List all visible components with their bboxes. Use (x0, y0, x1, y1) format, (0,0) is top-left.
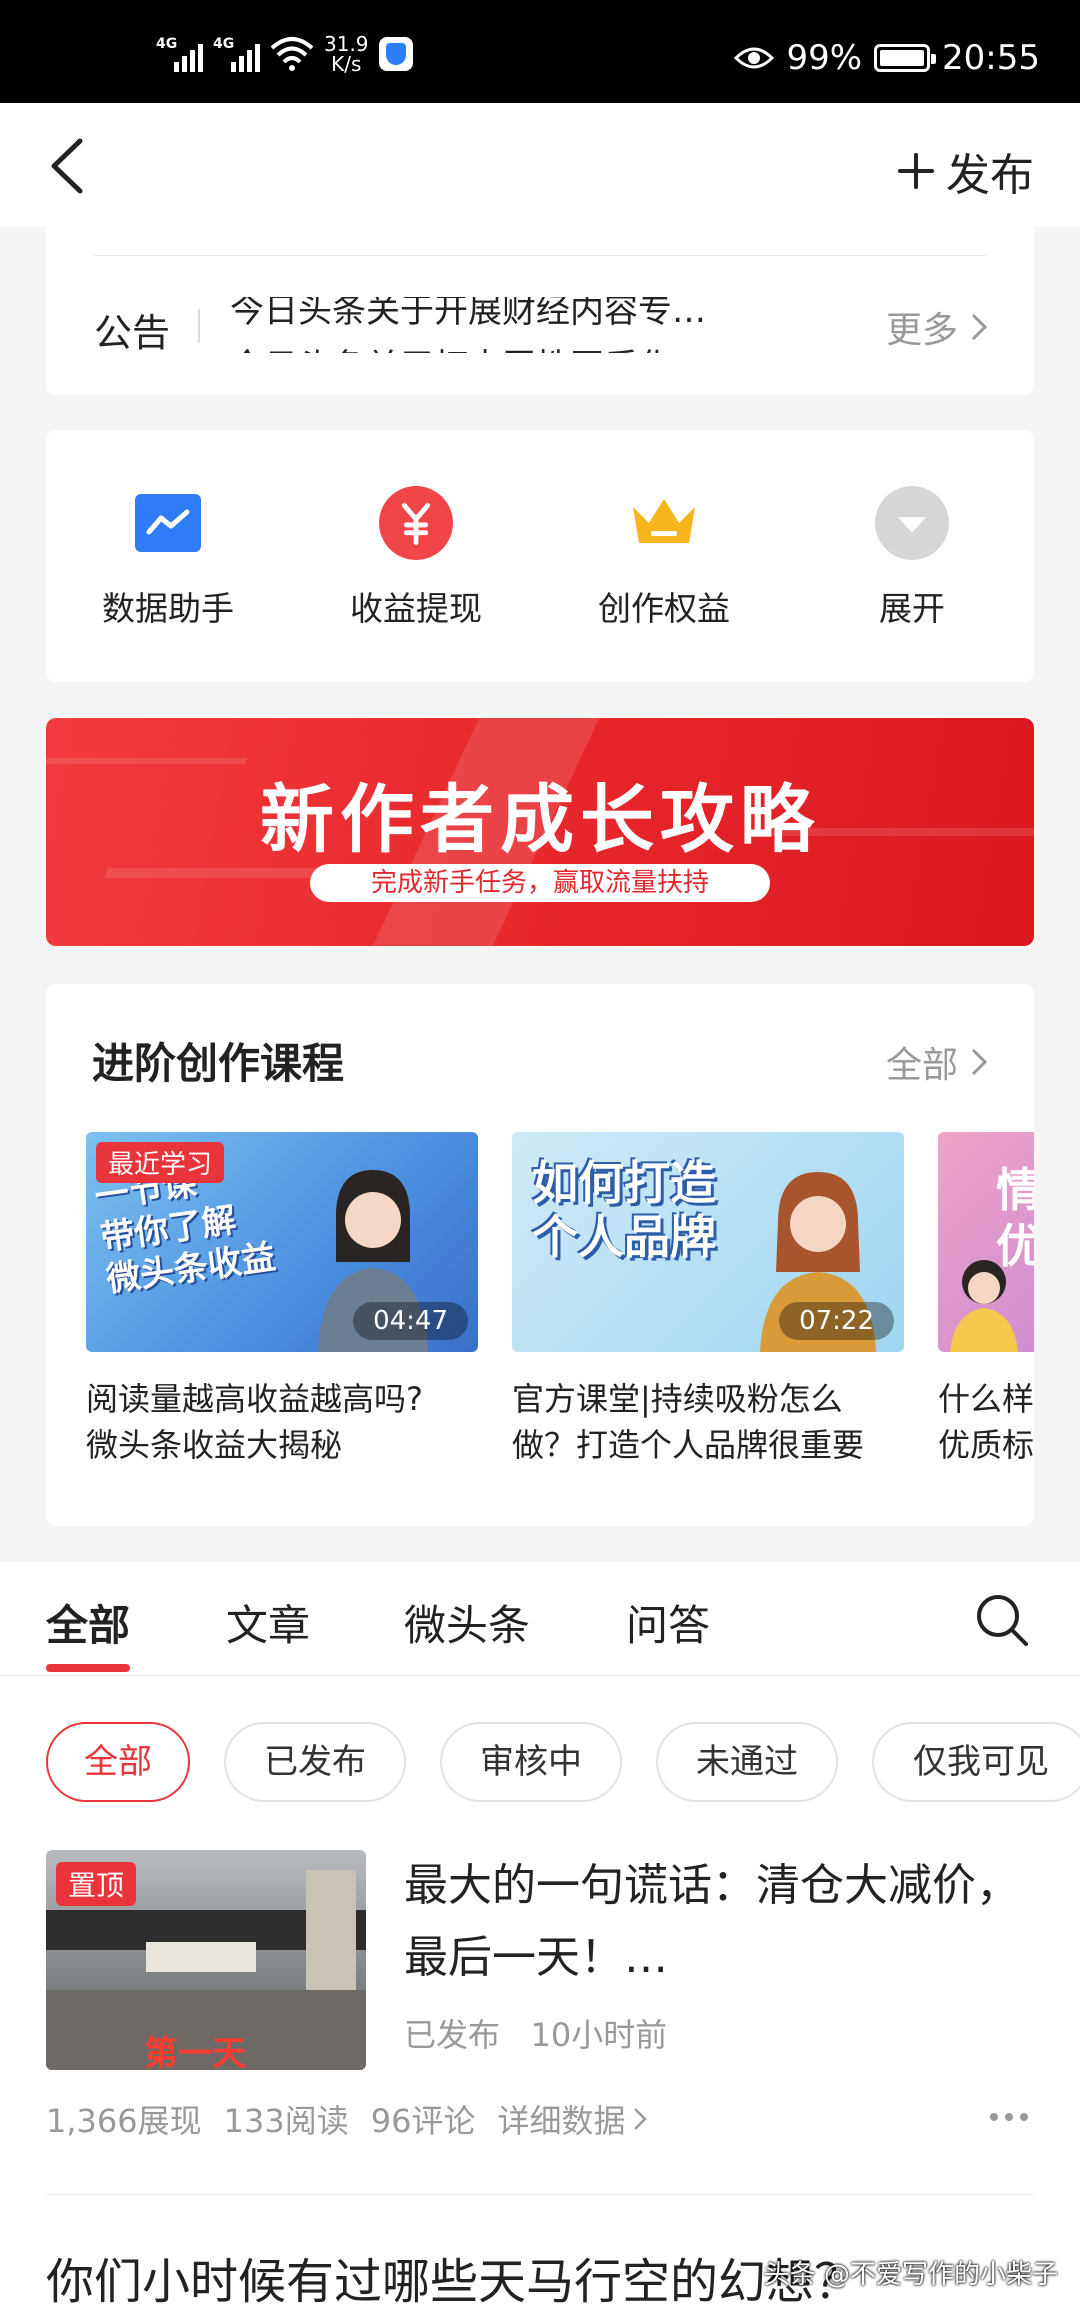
battery-percent: 99% (786, 38, 863, 78)
battery-icon (874, 44, 937, 72)
course-title: 官方课堂|持续吸粉怎么 做？打造个人品牌很重要 (512, 1380, 865, 1464)
data-chart-icon (131, 486, 205, 560)
tab-articles[interactable]: 文章 (226, 1592, 310, 1653)
security-shield-icon (378, 37, 413, 71)
reads-count: 133阅读 (223, 2102, 349, 2140)
courses-all-link[interactable]: 全部 (886, 1036, 988, 1088)
article-title: 最大的一句谎话：清仓大减价，最后一天！… (404, 1860, 1020, 1983)
course-title: 阅读量越高收益越高吗? 微头条收益大揭秘 (86, 1380, 423, 1464)
wifi-icon (270, 37, 314, 71)
course-card: 进阶创作课程 全部 一节课 带你了解 微头条收益 最近学习 04:47 阅读量越… (46, 984, 1034, 1526)
top-nav-bar: 发布 (0, 103, 1080, 227)
active-tab-indicator (46, 1664, 130, 1672)
chevron-right-icon (634, 2108, 648, 2130)
detail-data-link[interactable]: 详细数据 (497, 2096, 648, 2142)
divider (46, 2194, 1034, 2195)
course-carousel[interactable]: 一节课 带你了解 微头条收益 最近学习 04:47 阅读量越高收益越高吗? 微头… (86, 1132, 1034, 1472)
filter-private[interactable]: 仅我可见 (872, 1722, 1080, 1802)
crown-icon (627, 486, 701, 560)
status-bar: 4G 4G 31.9 K/s 99% 20:55 (0, 0, 1080, 103)
chevron-right-icon (971, 313, 988, 341)
content-tabs: 全部 文章 微头条 问答 (0, 1562, 1080, 1676)
recent-badge: 最近学习 (96, 1142, 225, 1183)
course-item[interactable]: 一节课 带你了解 微头条收益 最近学习 04:47 阅读量越高收益越高吗? 微头… (86, 1132, 478, 1468)
presenter-image (950, 1260, 1018, 1352)
shortcut-withdraw[interactable]: 收益提现 (316, 486, 516, 630)
duration-label: 07:22 (779, 1302, 894, 1340)
clock: 20:55 (942, 38, 1040, 78)
pinned-badge: 置顶 (56, 1862, 137, 1906)
growth-guide-banner[interactable]: 新作者成长攻略 完成新手任务，赢取流量扶持 (46, 718, 1034, 946)
duration-label: 04:47 (353, 1302, 468, 1340)
shortcut-card: 数据助手 收益提现 创作权益 展开 (46, 430, 1034, 682)
article-stats: 1,366展现 133阅读 96评论 详细数据 (46, 2096, 648, 2142)
plus-icon (898, 153, 934, 189)
network-speed: 31.9 K/s (324, 32, 369, 76)
notice-more-link[interactable]: 更多 (886, 301, 988, 353)
shortcut-data-assistant[interactable]: 数据助手 (68, 486, 268, 630)
notice-ticker[interactable]: 今日头条关于开展财经内容专… 今日头条关于打击恶性同质化 (230, 297, 830, 353)
expand-down-icon (875, 486, 949, 560)
yuan-icon (379, 486, 453, 560)
content-list: 全部 已发布 审核中 未通过 仅我可见 第一天 置顶 最大的一句谎话：清仓大减价… (0, 1676, 1080, 2310)
filter-reviewing[interactable]: 审核中 (440, 1722, 622, 1802)
tab-micro-posts[interactable]: 微头条 (404, 1592, 530, 1653)
course-thumbnail: 如何打造 个人品牌 07:22 (512, 1132, 904, 1352)
notice-item[interactable]: 今日头条关于打击恶性同质化 (230, 339, 672, 353)
publish-button[interactable]: 发布 (896, 139, 1034, 203)
course-title: 什么样 优质标 (938, 1380, 1034, 1464)
watermark: 头条 @不爱写作的小柴子 (763, 2260, 1058, 2290)
tab-all[interactable]: 全部 (46, 1592, 130, 1653)
shortcut-creator-rights[interactable]: 创作权益 (564, 486, 764, 630)
impressions-count: 1,366展现 (46, 2102, 202, 2140)
filter-published[interactable]: 已发布 (224, 1722, 406, 1802)
filter-rejected[interactable]: 未通过 (656, 1722, 838, 1802)
cellular-signal-icon: 4G (156, 36, 203, 72)
shortcut-expand[interactable]: 展开 (812, 486, 1012, 630)
article-meta: 已发布 10小时前 (404, 2016, 668, 2054)
divider (198, 309, 200, 343)
cellular-signal-icon: 4G (213, 36, 260, 72)
notice-item[interactable]: 今日头条关于开展财经内容专… (230, 297, 706, 332)
course-item[interactable]: 情 优 什么样 优质标 (938, 1132, 1034, 1468)
eye-comfort-icon (734, 47, 775, 69)
article-thumbnail: 第一天 置顶 (46, 1850, 366, 2070)
thumbnail-caption: 第一天 (144, 2034, 246, 2070)
banner-title: 新作者成长攻略 (260, 777, 820, 863)
comments-count: 96评论 (370, 2102, 476, 2140)
article-title[interactable]: 你们小时候有过哪些天马行空的幻想？ (46, 2242, 862, 2310)
section-title: 进阶创作课程 (92, 1039, 345, 1088)
course-thumbnail: 情 优 (938, 1132, 1034, 1352)
more-options-icon[interactable] (984, 2102, 1034, 2132)
course-thumbnail: 一节课 带你了解 微头条收益 最近学习 04:47 (86, 1132, 478, 1352)
notice-label: 公告 (94, 311, 171, 355)
chevron-right-icon (971, 1048, 988, 1076)
banner-subtitle: 完成新手任务，赢取流量扶持 (310, 864, 770, 902)
search-icon[interactable] (974, 1592, 1030, 1648)
course-item[interactable]: 如何打造 个人品牌 07:22 官方课堂|持续吸粉怎么 做？打造个人品牌很重要 (512, 1132, 904, 1468)
filter-all[interactable]: 全部 (46, 1722, 190, 1802)
tab-qa[interactable]: 问答 (626, 1592, 710, 1653)
divider (94, 255, 986, 256)
back-arrow-icon[interactable] (40, 133, 100, 199)
notice-card: 公告 今日头条关于开展财经内容专… 今日头条关于打击恶性同质化 更多 (46, 227, 1034, 395)
